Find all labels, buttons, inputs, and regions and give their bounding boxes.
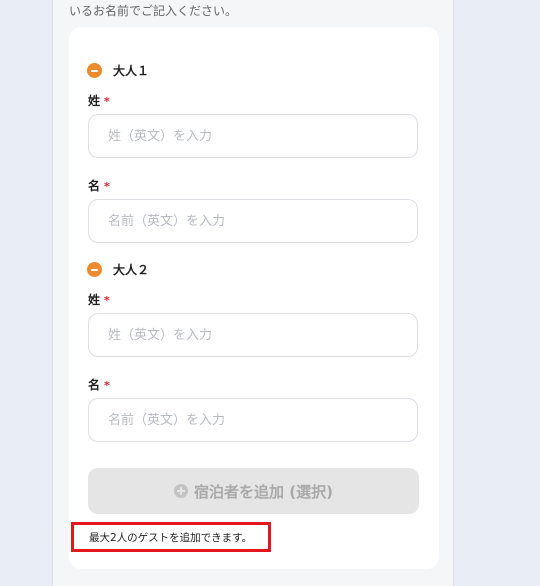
remove-guest-1-icon[interactable] xyxy=(87,63,102,78)
remove-guest-2-icon[interactable] xyxy=(87,262,102,277)
required-mark: * xyxy=(104,294,110,307)
label-text: 名 xyxy=(88,378,101,392)
plus-circle-icon xyxy=(174,484,189,498)
guest-1-title: 大人１ xyxy=(113,64,150,78)
guest-1-last-name-input[interactable] xyxy=(88,114,418,158)
guest-1-header: 大人１ xyxy=(87,62,149,79)
instruction-text: いるお名前でご記入ください。 xyxy=(69,4,238,18)
add-guest-label: 宿泊者を追加 (選択) xyxy=(194,482,333,501)
guest-card: 大人１ 姓* 名* 大人２ 姓* 名* 宿泊者を追加 (選択) 最大2人 xyxy=(69,27,439,569)
required-mark: * xyxy=(104,180,110,193)
guest-2-last-name-input[interactable] xyxy=(88,313,418,357)
add-guest-button[interactable]: 宿泊者を追加 (選択) xyxy=(88,468,419,514)
label-text: 名 xyxy=(88,179,101,193)
guest-1-last-name-label: 姓 * xyxy=(88,92,110,109)
guest-2-header: 大人２ xyxy=(87,261,149,278)
max-guest-note-text: 最大2人のゲストを追加できます。 xyxy=(89,531,253,544)
max-guest-note: 最大2人のゲストを追加できます。 xyxy=(71,522,271,552)
required-mark: * xyxy=(104,379,110,392)
guest-form-panel: いるお名前でご記入ください。 大人１ 姓* 名* 大人２ 姓* 名* xyxy=(52,0,454,586)
guest-2-first-name-input[interactable] xyxy=(88,398,418,442)
guest-2-first-name-label: 名 * xyxy=(88,376,110,393)
label-text: 姓 xyxy=(88,293,101,307)
guest-1-first-name-input[interactable] xyxy=(88,199,418,243)
label-text: 姓 xyxy=(88,94,101,108)
guest-1-first-name-label: 名 * xyxy=(88,177,110,194)
guest-2-title: 大人２ xyxy=(113,263,150,277)
required-mark: * xyxy=(104,95,110,108)
guest-2-last-name-label: 姓 * xyxy=(88,291,110,308)
